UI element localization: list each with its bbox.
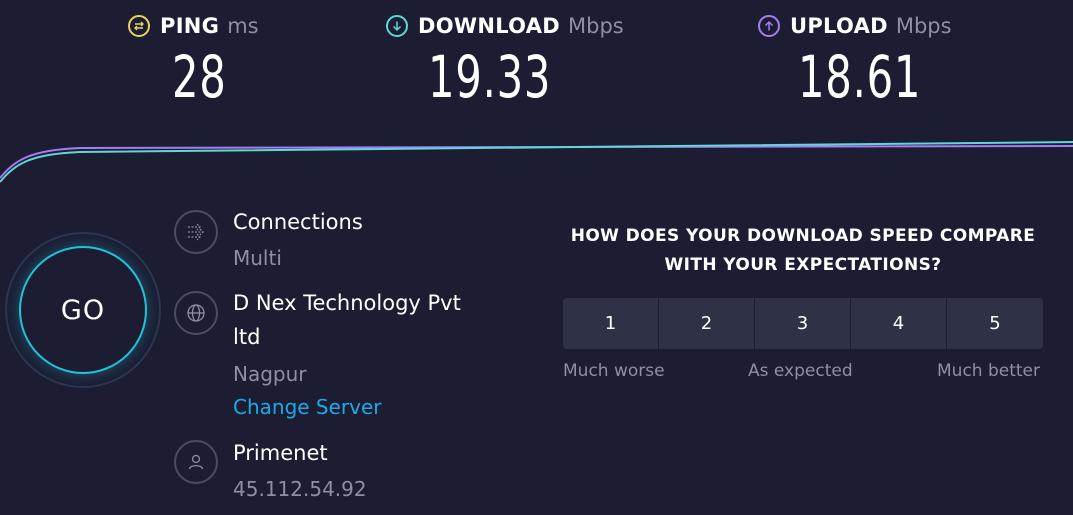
server-location: Nagpur bbox=[233, 362, 307, 386]
go-button[interactable]: GO bbox=[19, 246, 147, 374]
connections-value: Multi bbox=[233, 246, 282, 270]
rating-option-5[interactable]: 5 bbox=[947, 298, 1043, 349]
upload-unit: Mbps bbox=[895, 14, 952, 38]
download-label: DOWNLOAD bbox=[418, 14, 561, 38]
upload-label: UPLOAD bbox=[790, 14, 888, 38]
provider-name: Primenet bbox=[233, 441, 328, 465]
ping-metric: PING ms 28 bbox=[128, 14, 259, 106]
server-name-line2: ltd bbox=[233, 325, 261, 349]
rating-label-mid: As expected bbox=[748, 361, 853, 381]
upload-metric: UPLOAD Mbps 18.61 bbox=[758, 14, 969, 106]
rating-option-4[interactable]: 4 bbox=[851, 298, 947, 349]
ping-icon bbox=[128, 15, 150, 37]
upload-value: 18.61 bbox=[798, 43, 922, 111]
survey-question-line2: WITH YOUR EXPECTATIONS? bbox=[664, 255, 942, 275]
speed-graph bbox=[0, 141, 1073, 183]
survey-question-line1: HOW DOES YOUR DOWNLOAD SPEED COMPARE bbox=[570, 226, 1036, 246]
rating-option-2[interactable]: 2 bbox=[659, 298, 755, 349]
download-metric: DOWNLOAD Mbps 19.33 bbox=[386, 14, 624, 106]
download-value: 19.33 bbox=[428, 43, 552, 111]
ping-value: 28 bbox=[172, 43, 227, 111]
globe-icon bbox=[174, 291, 218, 335]
upload-arrow-icon bbox=[758, 15, 780, 37]
go-button-container: GO bbox=[5, 232, 161, 388]
ping-label: PING bbox=[160, 14, 220, 38]
download-unit: Mbps bbox=[568, 14, 624, 38]
rating-option-1[interactable]: 1 bbox=[563, 298, 659, 349]
download-arrow-icon bbox=[386, 15, 408, 37]
change-server-link[interactable]: Change Server bbox=[233, 395, 382, 419]
server-name-line1: D Nex Technology Pvt bbox=[233, 291, 461, 315]
rating-label-low: Much worse bbox=[563, 361, 665, 381]
rating-option-3[interactable]: 3 bbox=[755, 298, 851, 349]
connections-icon bbox=[174, 210, 218, 254]
survey-question: HOW DOES YOUR DOWNLOAD SPEED COMPARE WIT… bbox=[548, 222, 1058, 280]
rating-label-high: Much better bbox=[937, 361, 1040, 381]
ping-unit: ms bbox=[227, 14, 259, 38]
connections-title: Connections bbox=[233, 210, 363, 234]
rating-scale: 1 2 3 4 5 bbox=[563, 298, 1043, 349]
user-icon bbox=[174, 440, 218, 484]
provider-ip: 45.112.54.92 bbox=[233, 477, 367, 501]
